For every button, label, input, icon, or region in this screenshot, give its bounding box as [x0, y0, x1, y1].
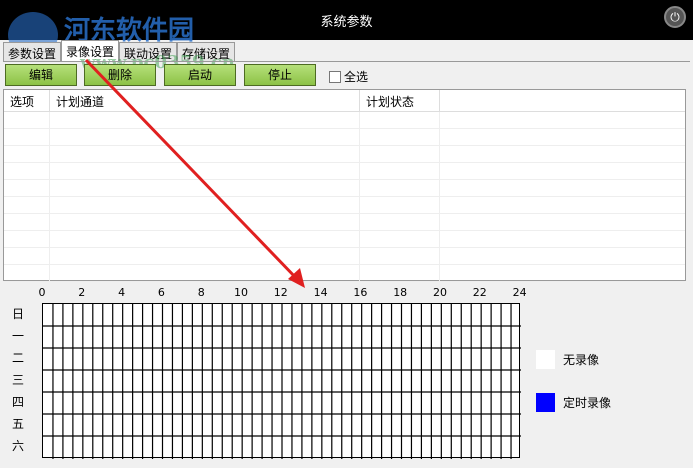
edit-button[interactable]: 编辑	[5, 64, 77, 86]
hour-label: 22	[472, 286, 487, 299]
hour-label: 12	[273, 286, 288, 299]
hour-label: 16	[353, 286, 368, 299]
start-button[interactable]: 启动	[164, 64, 236, 86]
day-label: 三	[12, 373, 25, 387]
power-icon[interactable]: ⏻	[664, 6, 686, 28]
select-all-checkbox[interactable]: 全选	[329, 68, 368, 85]
hour-label: 10	[234, 286, 248, 299]
legend-none: 无录像	[536, 350, 599, 369]
tab-params[interactable]: 参数设置	[3, 42, 62, 62]
column-status[interactable]: 计划状态	[360, 90, 440, 111]
hour-label: 8	[197, 286, 205, 299]
day-label: 五	[12, 417, 25, 431]
legend-timed: 定时录像	[536, 393, 611, 412]
day-label: 四	[12, 395, 25, 409]
table-row[interactable]	[4, 146, 685, 163]
table-row[interactable]	[4, 248, 685, 265]
schedule-grid[interactable]	[42, 303, 521, 459]
table-row[interactable]	[4, 163, 685, 180]
column-channel[interactable]: 计划通道	[50, 90, 360, 111]
table-row[interactable]	[4, 214, 685, 231]
select-all-label: 全选	[344, 70, 369, 84]
table-row[interactable]	[4, 129, 685, 146]
legend-swatch-none	[536, 350, 555, 369]
legend-swatch-timed	[536, 393, 555, 412]
legend-label: 定时录像	[563, 396, 612, 410]
day-label: 日	[12, 307, 25, 321]
hour-label: 20	[433, 286, 447, 299]
table-header: 选项 计划通道 计划状态	[4, 90, 685, 112]
toolbar: 编辑 删除 启动 停止 全选	[3, 61, 690, 88]
schedule-table: 选项 计划通道 计划状态	[3, 89, 686, 282]
hour-label: 2	[78, 286, 86, 299]
day-label: 一	[12, 329, 25, 343]
hour-label: 0	[38, 286, 46, 299]
delete-button[interactable]: 删除	[84, 64, 156, 86]
table-row[interactable]	[4, 112, 685, 129]
day-label: 二	[12, 351, 25, 365]
table-row[interactable]	[4, 231, 685, 248]
hour-label: 4	[118, 286, 126, 299]
hour-label: 24	[512, 286, 527, 299]
stop-button[interactable]: 停止	[244, 64, 316, 86]
checkbox-box[interactable]	[329, 70, 341, 83]
table-row[interactable]	[4, 180, 685, 197]
table-row[interactable]	[4, 197, 685, 214]
legend-label: 无录像	[563, 353, 600, 367]
column-option[interactable]: 选项	[4, 90, 50, 111]
hour-label: 14	[313, 286, 328, 299]
hour-label: 18	[393, 286, 408, 299]
title-bar: 河东软件园 系统参数 ⏻	[0, 0, 693, 58]
table-row[interactable]	[4, 265, 685, 282]
window-title: 系统参数	[320, 15, 373, 30]
day-label: 六	[12, 439, 25, 453]
hour-label: 6	[157, 286, 165, 299]
